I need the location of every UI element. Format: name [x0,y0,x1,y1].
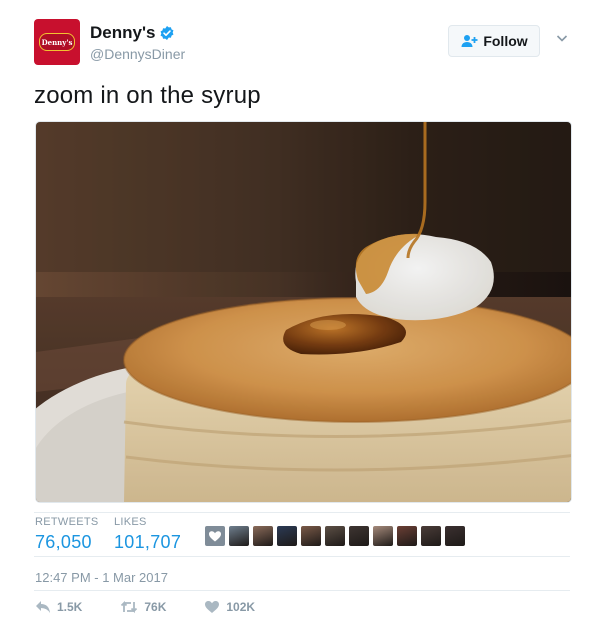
liker-avatar[interactable] [372,525,394,547]
divider [34,512,570,513]
likes-value: 101,707 [114,532,182,552]
reply-count: 1.5K [57,600,83,614]
like-count: 102K [226,600,256,614]
tweet-header: Denny's Denny's @DennysDiner Follow [34,19,570,67]
retweets-stat[interactable]: RETWEETS 76,050 [35,516,99,553]
liker-avatar[interactable] [444,525,466,547]
name-row: Denny's [90,23,175,43]
add-user-icon [461,35,478,47]
reply-action[interactable]: 1.5K [35,600,82,614]
divider [34,590,570,591]
chevron-down-icon[interactable] [555,31,569,45]
liker-avatar[interactable] [420,525,442,547]
timestamp[interactable]: 12:47 PM - 1 Mar 2017 [35,570,168,585]
verified-badge-icon [160,26,174,40]
pancake-photo [36,122,571,502]
liker-avatar[interactable] [228,525,250,547]
reply-icon [36,601,50,613]
follow-label: Follow [483,33,528,49]
retweets-label: RETWEETS [35,516,99,528]
liker-avatar[interactable] [348,525,370,547]
retweet-count: 76K [144,600,167,614]
like-action[interactable]: 102K [204,600,255,614]
tweet-photo[interactable] [35,121,572,503]
avatar[interactable]: Denny's [34,19,80,65]
liker-avatars [204,525,466,547]
tweet-text: zoom in on the syrup [34,82,261,109]
liker-avatar[interactable] [276,525,298,547]
liker-avatar[interactable] [324,525,346,547]
heart-icon [205,601,220,613]
likes-label: LIKES [114,516,147,528]
display-name[interactable]: Denny's [90,23,155,43]
liker-avatar[interactable] [252,525,274,547]
tweet-actions: 1.5K 76K 102K [35,600,293,614]
retweets-value: 76,050 [35,532,92,552]
dennys-logo: Denny's [39,33,75,51]
liker-heart-icon [204,525,226,547]
likes-stat[interactable]: LIKES 101,707 [114,516,181,553]
retweet-icon [121,600,138,614]
handle[interactable]: @DennysDiner [90,46,185,62]
liker-avatar[interactable] [300,525,322,547]
divider [34,556,570,557]
follow-button[interactable]: Follow [448,25,540,57]
retweet-action[interactable]: 76K [120,600,166,614]
liker-avatar[interactable] [396,525,418,547]
